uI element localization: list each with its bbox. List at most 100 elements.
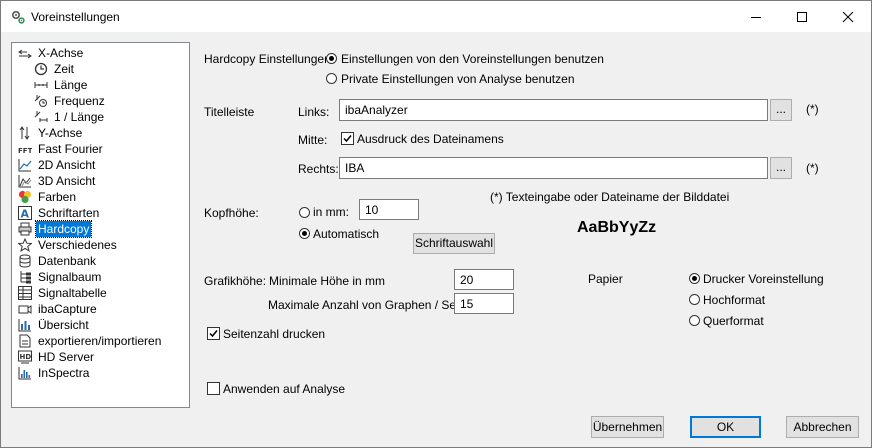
database-icon (19, 254, 31, 268)
preferences-dialog: Voreinstellungen X-Achse Zeit Länge Freq… (0, 0, 872, 448)
links-asterisk: (*) (806, 102, 819, 116)
anwenden-checkbox[interactable] (207, 382, 220, 395)
hd-server-icon: HD (18, 350, 32, 364)
rechts-browse-button[interactable]: ... (770, 157, 792, 179)
inverse-length-icon (34, 111, 48, 122)
radio-in-mm-label[interactable]: in mm: (313, 205, 349, 219)
overview-icon (18, 319, 31, 332)
checkmark-icon (343, 135, 352, 143)
tree-item-label: Signaltabelle (38, 286, 107, 300)
export-import-icon (19, 334, 31, 348)
radio-automatisch-label[interactable]: Automatisch (313, 227, 379, 241)
tree-item-label: Y-Achse (38, 126, 83, 140)
radio-drucker-voreinstellung[interactable] (689, 273, 700, 284)
3d-view-icon (18, 175, 32, 188)
tree-item-label: 2D Ansicht (38, 158, 96, 172)
seitenzahl-checkbox[interactable] (207, 327, 220, 340)
font-select-button[interactable]: Schriftauswahl (413, 233, 495, 254)
papier-label: Papier (588, 272, 623, 286)
title-bar: Voreinstellungen (1, 1, 871, 32)
tree-item-label: Schriftarten (38, 206, 100, 220)
tree-item-label: Verschiedenes (38, 238, 117, 252)
tree-item-label: exportieren/importieren (38, 334, 162, 348)
radio-use-private-label[interactable]: Private Einstellungen von Analyse benutz… (341, 72, 575, 86)
kopfhoehe-label: Kopfhöhe: (204, 206, 259, 220)
ok-button[interactable]: OK (690, 416, 761, 438)
cancel-button[interactable]: Abbrechen (786, 416, 859, 438)
tree-item-label: Frequenz (54, 94, 105, 108)
svg-text:FFT: FFT (18, 147, 32, 155)
2d-view-icon (18, 159, 32, 172)
links-input[interactable]: ibaAnalyzer (339, 99, 768, 121)
frequency-icon (34, 95, 47, 107)
tree-item-label: 3D Ansicht (38, 174, 96, 188)
minimize-button[interactable] (733, 1, 779, 32)
links-label: Links: (298, 105, 330, 119)
radio-hochformat[interactable] (689, 294, 700, 305)
rechts-input[interactable]: IBA (339, 157, 768, 179)
rechts-label: Rechts: (298, 162, 339, 176)
radio-use-defaults[interactable] (326, 53, 337, 64)
tree-item-label: InSpectra (38, 366, 90, 380)
seitenzahl-label[interactable]: Seitenzahl drucken (223, 327, 325, 341)
radio-drucker-voreinstellung-label[interactable]: Drucker Voreinstellung (703, 272, 824, 286)
titlebar-section-label: Titelleiste (204, 105, 255, 119)
signal-tree-icon (20, 271, 31, 284)
printer-icon (18, 222, 32, 236)
kopfhoehe-mm-input[interactable]: 10 (359, 199, 419, 220)
tree-item-label: Übersicht (38, 318, 89, 332)
radio-querformat[interactable] (689, 315, 700, 326)
tree-item-label: Farben (38, 190, 77, 204)
links-browse-button[interactable]: ... (770, 99, 792, 121)
inspectra-icon (18, 367, 31, 380)
tree-item-label: Hardcopy (34, 220, 93, 238)
fft-icon: FFT (18, 147, 32, 155)
font-sample: AaBbYyZz (577, 219, 657, 236)
tree-item-label: Signalbaum (38, 270, 102, 284)
min-height-label: Minimale Höhe in mm (269, 274, 386, 288)
close-icon (842, 11, 854, 22)
tree-item-label: Länge (54, 78, 88, 92)
radio-automatisch[interactable] (299, 228, 310, 239)
max-graphs-input[interactable]: 15 (454, 293, 514, 314)
clock-icon (34, 62, 48, 76)
hardcopy-settings-label: Hardcopy Einstellungen: (204, 52, 335, 66)
tree-item-label: ibaCapture (38, 302, 97, 316)
radio-querformat-label[interactable]: Querformat (703, 314, 764, 328)
tree-item-label: Fast Fourier (38, 142, 103, 156)
tree-item-label: 1 / Länge (54, 110, 105, 124)
mitte-label: Mitte: (298, 133, 328, 147)
svg-text:HD: HD (20, 353, 32, 361)
maximize-icon (797, 11, 807, 22)
gears-icon (11, 10, 25, 24)
font-icon: A (18, 206, 32, 220)
y-axis-icon (19, 126, 30, 140)
checkmark-icon (209, 330, 218, 338)
tree-item-label: Zeit (54, 62, 75, 76)
camera-icon (18, 305, 32, 314)
mitte-filename-checkbox[interactable] (341, 132, 354, 145)
min-height-input[interactable]: 20 (454, 269, 514, 290)
svg-text:A: A (21, 208, 30, 221)
tree-item-label: Datenbank (38, 254, 97, 268)
window-title: Voreinstellungen (31, 10, 120, 24)
anwenden-label[interactable]: Anwenden auf Analyse (223, 382, 345, 396)
close-button[interactable] (825, 1, 871, 32)
radio-hochformat-label[interactable]: Hochformat (703, 293, 765, 307)
tree-item-label: X-Achse (38, 46, 84, 60)
star-icon (18, 238, 32, 252)
minimize-icon (751, 16, 761, 18)
radio-use-private[interactable] (326, 73, 337, 84)
radio-use-defaults-label[interactable]: Einstellungen von den Voreinstellungen b… (341, 52, 604, 66)
colors-icon (18, 190, 32, 204)
settings-tree[interactable]: X-Achse Zeit Länge Frequenz 1 / Länge Y-… (11, 42, 190, 408)
mitte-filename-label[interactable]: Ausdruck des Dateinamens (357, 132, 504, 146)
x-axis-icon (18, 49, 32, 59)
length-icon (34, 82, 48, 88)
text-input-note: (*) Texteingabe oder Dateiname der Bildd… (490, 190, 730, 204)
max-graphs-label: Maximale Anzahl von Graphen / Seite (268, 298, 469, 312)
apply-button[interactable]: Übernehmen (591, 416, 664, 438)
rechts-asterisk: (*) (806, 161, 819, 175)
maximize-button[interactable] (779, 1, 825, 32)
radio-in-mm[interactable] (299, 207, 310, 218)
